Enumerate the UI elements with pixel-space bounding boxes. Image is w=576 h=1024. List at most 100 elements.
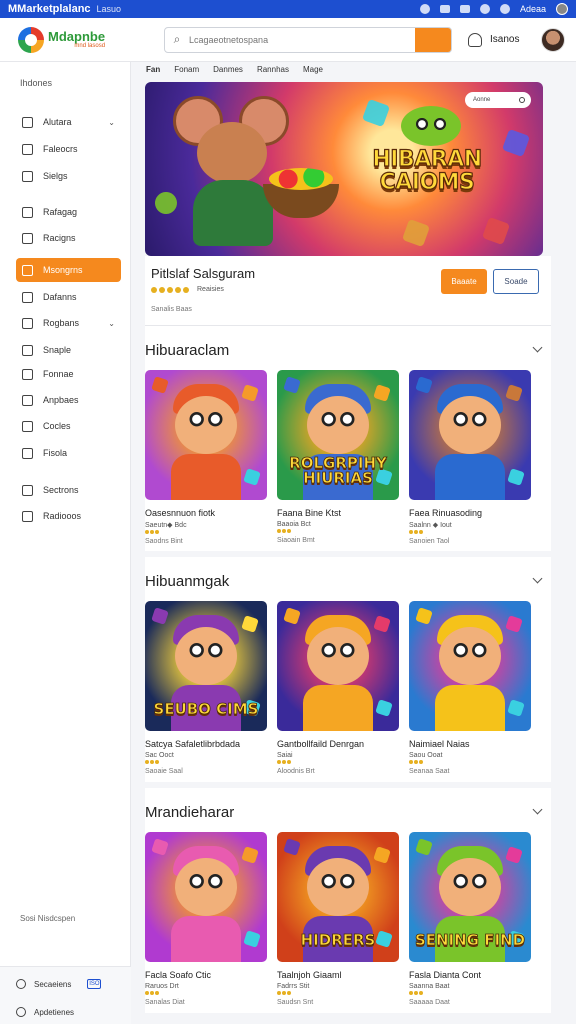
app-card[interactable]: SEUBO CIMS Satcya Safaletlibrbdada Sac Ooc… <box>145 601 267 775</box>
app-thumbnail[interactable]: SEUBO CIMS <box>145 601 267 731</box>
system-bar: MMarketplalanc Lasuo Adeaa <box>0 0 576 18</box>
primary-button[interactable]: Baaate <box>441 269 487 294</box>
app-card[interactable]: Gantbollfaild Denrgan Saiai Aloodnis Brt <box>277 601 399 775</box>
app-subtitle: Saanna Baat <box>409 983 450 990</box>
sidebar-item[interactable]: Snaple <box>16 338 121 362</box>
tab-bar: Fan Fonam Danmes Rannhas Mage <box>132 62 576 80</box>
featured-name: Pitlslaf Salsguram <box>151 266 256 281</box>
app-card[interactable]: HIDRERS Taalnjoh Giaaml Fadrrs Stit Saudsn … <box>277 832 399 1006</box>
search-input[interactable] <box>189 34 415 45</box>
chevron-down-icon[interactable] <box>532 804 543 815</box>
search-bar: ⌕ <box>164 26 452 53</box>
sidebar-item[interactable]: Rogbans ⌄ <box>16 311 121 335</box>
sidebar-item-label: Sielgs <box>43 171 68 181</box>
gem-decoration <box>401 218 431 248</box>
search-icon[interactable] <box>419 4 430 14</box>
rating-stars <box>145 991 175 995</box>
avatar[interactable] <box>556 3 568 15</box>
app-card[interactable]: Faea Rinuasoding Saalnn ◆ Iout Sanoien Tao… <box>409 370 531 545</box>
app-thumbnail[interactable] <box>409 601 531 731</box>
app-subtitle: Saalnn ◆ Iout <box>409 522 452 529</box>
chevron-down-icon[interactable]: ⌄ <box>108 319 115 328</box>
sidebar-item[interactable]: Sielgs <box>16 164 121 188</box>
app-name[interactable]: Facla Soafo Ctic <box>145 970 267 980</box>
app-downloads: Aloodnis Brt <box>277 768 315 775</box>
tab-item[interactable]: Danmes <box>213 65 243 80</box>
sidebar-item-label: Racigns <box>43 233 76 243</box>
app-name[interactable]: Faea Rinuasoding <box>409 508 531 518</box>
section-title: Hibuanmgak <box>145 573 230 590</box>
app-card[interactable]: Facla Soafo Ctic Raruos Drt Sanalas Diat <box>145 832 267 1006</box>
mail-icon[interactable] <box>459 5 470 13</box>
sidebar-item[interactable]: Msongrns <box>16 258 121 282</box>
sidebar-item-label: Cocles <box>43 421 71 431</box>
user-icon[interactable] <box>468 32 482 47</box>
app-name[interactable]: Faana Bine Ktst <box>277 508 399 518</box>
chevron-down-icon[interactable] <box>532 573 543 584</box>
app-thumbnail[interactable] <box>145 832 267 962</box>
sidebar-item[interactable]: Alutara ⌄ <box>16 110 121 134</box>
account-label[interactable]: Adeaa <box>520 4 546 14</box>
close-icon[interactable] <box>519 97 525 103</box>
app-thumbnail[interactable]: ROLGRPIHY HIURIAS <box>277 370 399 500</box>
sidebar-item[interactable]: Faleocrs <box>16 137 121 161</box>
sidebar-bottom-item[interactable]: Secaeiens ISO <box>0 973 131 995</box>
sidebar-item[interactable]: Fisola <box>16 441 121 465</box>
sidebar-item[interactable]: Racigns <box>16 226 121 250</box>
notification-icon[interactable] <box>479 4 490 14</box>
app-subtitle: Saou Ooat <box>409 752 443 759</box>
thumbnail-title: SENING FIND <box>414 931 526 949</box>
tab-item[interactable]: Fonam <box>174 65 199 80</box>
app-name[interactable]: Oasesnnuon fiotk <box>145 508 267 518</box>
app-card[interactable]: ROLGRPIHY HIURIAS Faana Bine Ktst Baaoia B… <box>277 370 399 544</box>
tab-item[interactable]: Mage <box>303 65 323 80</box>
sidebar-item[interactable]: Sectrons <box>16 478 121 502</box>
app-subtitle: Saeutn◆ Bdc <box>145 522 187 529</box>
app-thumbnail[interactable]: SENING FIND <box>409 832 531 962</box>
app-downloads: Saaaaa Daat <box>409 999 450 1006</box>
app-thumbnail[interactable] <box>145 370 267 500</box>
logo-mark-icon <box>18 26 44 53</box>
profile-avatar[interactable] <box>541 27 566 52</box>
app-name[interactable]: Gantbollfaild Denrgan <box>277 739 399 749</box>
header: Mdapnbe mnd lasosd ⌕ Isanos <box>0 18 576 62</box>
app-card[interactable]: SENING FIND Fasla Dianta Cont Saanna Baat S… <box>409 832 531 1006</box>
app-thumbnail[interactable] <box>409 370 531 500</box>
hero-chip[interactable]: Aonne <box>465 92 531 108</box>
tab-item[interactable]: Fan <box>146 65 160 80</box>
app-name[interactable]: Satcya Safaletlibrbdada <box>145 739 267 749</box>
app-name[interactable]: Fasla Dianta Cont <box>409 970 531 980</box>
sidebar-item[interactable]: Dafanns <box>16 285 121 309</box>
home-icon <box>22 116 33 128</box>
secondary-button[interactable]: Soade <box>493 269 539 294</box>
app-section: Mrandieharar Facla Soafo Ctic Raruos Drt Sa… <box>145 788 551 1013</box>
app-name[interactable]: Naimiael Naias <box>409 739 531 749</box>
app-name[interactable]: Taalnjoh Giaaml <box>277 970 399 980</box>
tab-item[interactable]: Rannhas <box>257 65 289 80</box>
sidebar-bottom-item[interactable]: Apdetienes <box>0 1001 131 1023</box>
globe-icon[interactable] <box>499 4 510 14</box>
search-button[interactable] <box>415 27 451 52</box>
chevron-down-icon[interactable]: ⌄ <box>108 118 115 127</box>
sidebar-item[interactable]: Cocles <box>16 414 121 438</box>
sidebar-item[interactable]: Radiooos <box>16 504 121 528</box>
settings-icon <box>16 979 26 989</box>
app-card[interactable]: Oasesnnuon fiotk Saeutn◆ Bdc Saodns Bint <box>145 370 267 545</box>
thumbnail-title: HIDRERS <box>300 931 376 949</box>
app-thumbnail[interactable]: HIDRERS <box>277 832 399 962</box>
app-thumbnail[interactable] <box>277 601 399 731</box>
chevron-down-icon[interactable] <box>532 342 543 353</box>
status-badge: ISO <box>87 979 102 989</box>
hero-banner[interactable]: HIBARAN CAIOMS Aonne <box>145 82 543 256</box>
user-label[interactable]: Isanos <box>490 34 519 45</box>
edit-icon <box>22 447 33 459</box>
gem-decoration <box>501 128 531 158</box>
app-card[interactable]: Naimiael Naias Saou Ooat Seanaa Saat <box>409 601 531 775</box>
sidebar-item-label: Sectrons <box>43 485 79 495</box>
window-icon[interactable] <box>439 5 450 13</box>
sidebar-item[interactable]: Rafagag <box>16 200 121 224</box>
sidebar-item[interactable]: Fonnae <box>16 362 121 386</box>
sidebar-item-label: Alutara <box>43 117 72 127</box>
sidebar-item[interactable]: Anpbaes <box>16 388 121 412</box>
logo[interactable]: Mdapnbe mnd lasosd <box>18 26 136 53</box>
